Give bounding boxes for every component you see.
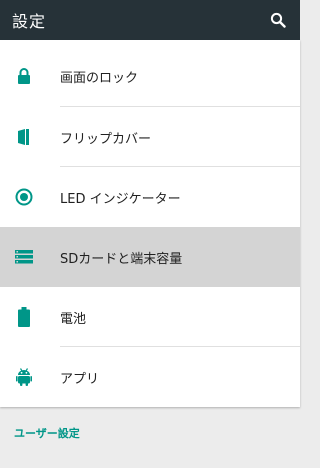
settings-item-label: 画面のロック xyxy=(60,71,139,86)
lock-icon xyxy=(14,66,34,86)
settings-item-screen-lock[interactable]: 画面のロック xyxy=(0,40,300,107)
led-indicator-icon xyxy=(14,187,34,207)
section-header-user-settings: ユーザー設定 xyxy=(14,427,80,440)
storage-icon xyxy=(14,247,34,267)
settings-item-label: アプリ xyxy=(60,371,100,387)
settings-item-battery[interactable]: 電池 xyxy=(0,287,300,347)
settings-item-label: 電池 xyxy=(60,311,87,327)
settings-item-sd-card-storage[interactable]: SDカードと端末容量 xyxy=(0,227,300,287)
search-button[interactable] xyxy=(268,10,288,30)
settings-item-label: LED インジケーター xyxy=(60,191,181,207)
search-icon xyxy=(270,12,286,28)
page-title: 設定 xyxy=(12,12,47,31)
settings-item-led-indicator[interactable]: LED インジケーター xyxy=(0,167,300,227)
android-icon xyxy=(14,367,34,387)
settings-item-label: フリップカバー xyxy=(60,131,152,147)
flip-cover-icon xyxy=(14,127,34,147)
app-bar: 設定 xyxy=(0,0,300,40)
battery-icon xyxy=(14,307,34,327)
settings-item-label: SDカードと端末容量 xyxy=(60,251,183,267)
settings-list: 画面のロック フリップカバー LED インジケーター SDカードと端末容量 電池… xyxy=(0,40,300,407)
settings-item-flip-cover[interactable]: フリップカバー xyxy=(0,107,300,167)
settings-item-apps[interactable]: アプリ xyxy=(0,347,300,407)
